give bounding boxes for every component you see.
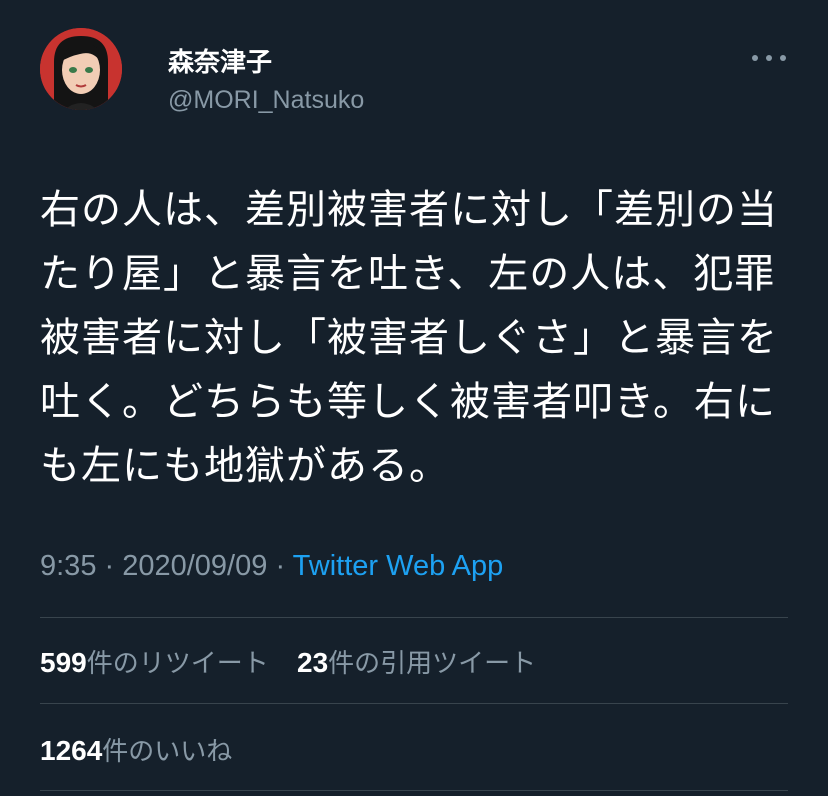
- retweet-quote-stats: 599件のリツイート 23件の引用ツイート: [40, 643, 536, 680]
- divider: [40, 703, 788, 704]
- retweets-stat[interactable]: 599件のリツイート: [40, 647, 269, 679]
- author-handle[interactable]: @MORI_Natsuko: [168, 86, 364, 115]
- author-display-name[interactable]: 森奈津子: [168, 42, 272, 79]
- avatar[interactable]: [40, 28, 122, 110]
- more-dot: [766, 55, 772, 61]
- divider: [40, 617, 788, 618]
- retweets-label: 件のリツイート: [86, 649, 269, 679]
- meta-separator: ·: [96, 550, 123, 582]
- quotes-label: 件の引用ツイート: [328, 649, 537, 679]
- likes-stat[interactable]: 1264件のいいね: [40, 735, 233, 767]
- divider: [40, 790, 788, 791]
- likes-count: 1264: [40, 735, 103, 766]
- likes-stats: 1264件のいいね: [40, 731, 232, 768]
- tweet-meta: 9:35 · 2020/09/09 · Twitter Web App: [40, 550, 503, 583]
- tweet-time[interactable]: 9:35: [40, 550, 96, 582]
- avatar-image: [40, 28, 122, 110]
- quotes-count: 23: [297, 647, 329, 678]
- tweet-text: 右の人は、差別被害者に対し「差別の当たり屋」と暴言を吐き、左の人は、犯罪被害者に…: [40, 187, 778, 489]
- more-icon[interactable]: [752, 48, 786, 68]
- more-dot: [752, 55, 758, 61]
- more-dot: [780, 55, 786, 61]
- likes-label: 件のいいね: [102, 737, 233, 767]
- retweets-count: 599: [40, 647, 87, 678]
- meta-separator: ·: [267, 550, 293, 582]
- quotes-stat[interactable]: 23件の引用ツイート: [297, 647, 537, 679]
- tweet-date[interactable]: 2020/09/09: [122, 550, 267, 582]
- tweet-source-link[interactable]: Twitter Web App: [293, 550, 504, 582]
